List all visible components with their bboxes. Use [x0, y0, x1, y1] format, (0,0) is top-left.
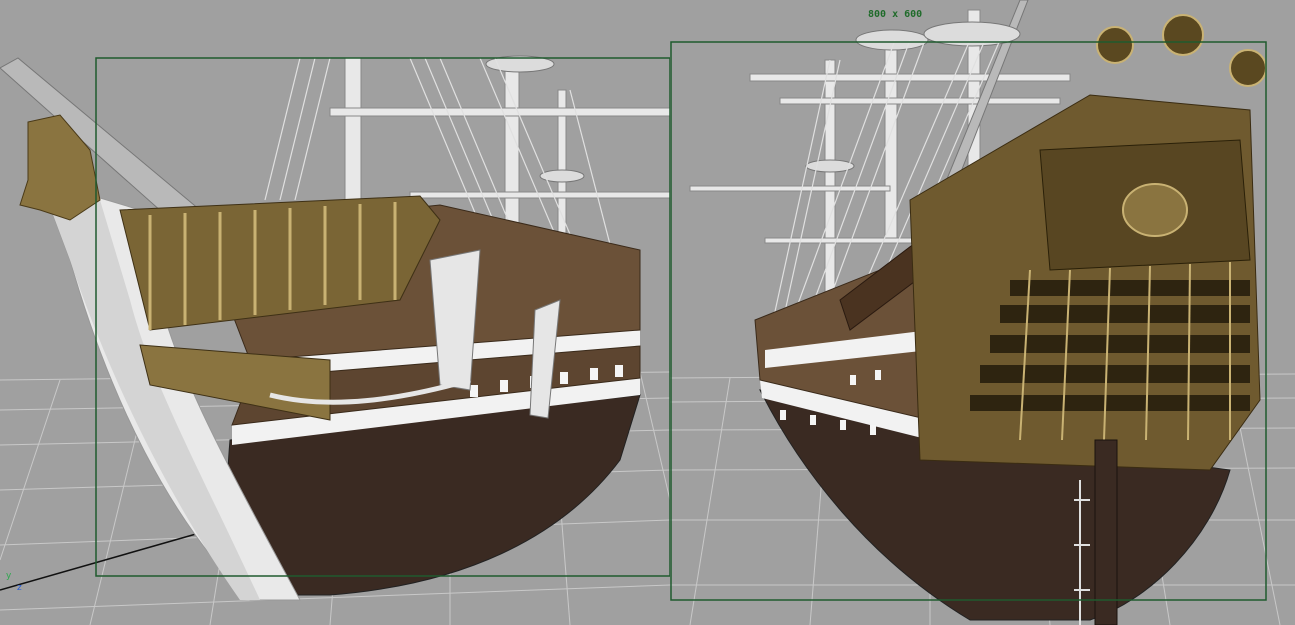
axis-y-label: y: [6, 571, 12, 581]
bow-ship-render: [0, 55, 670, 625]
stern-ship-render: [670, 0, 1295, 625]
viewport-right[interactable]: 800 x 600: [670, 0, 1295, 625]
viewport-left[interactable]: y z: [0, 0, 670, 625]
resolution-gate-label: 800 x 600: [868, 9, 923, 20]
axis-z-label: z: [17, 583, 22, 593]
